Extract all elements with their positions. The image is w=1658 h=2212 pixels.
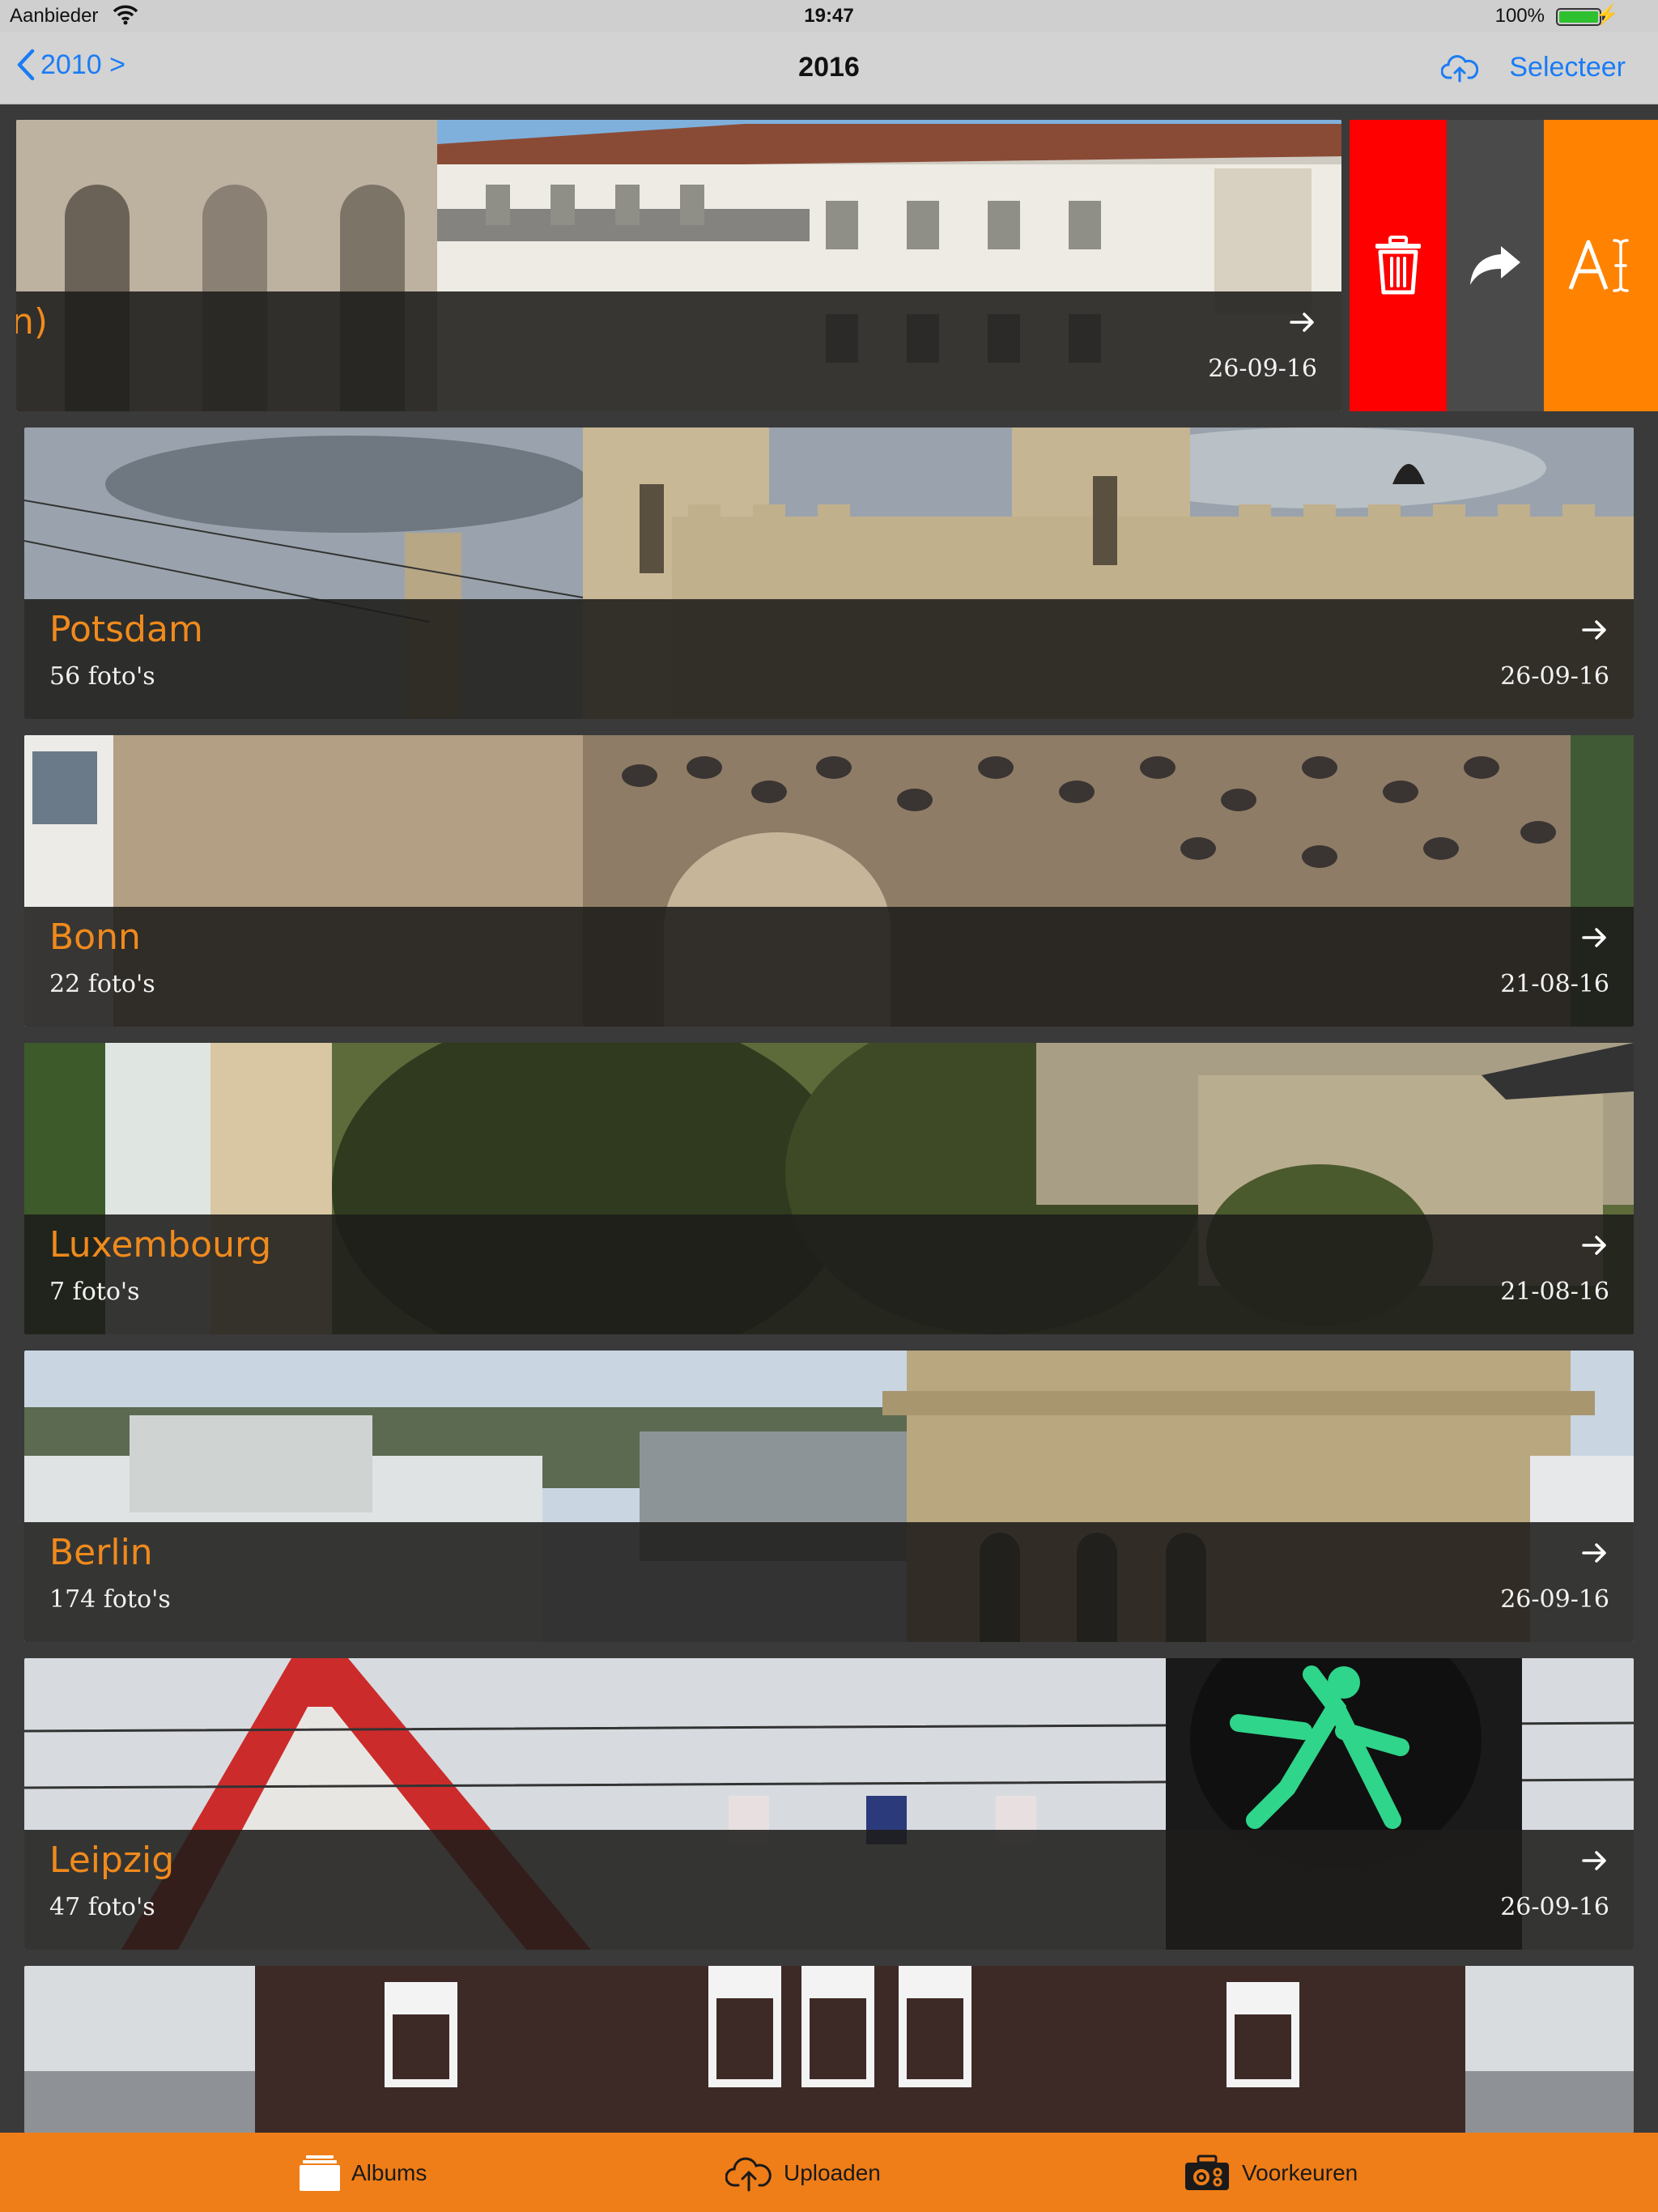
tab-preferences[interactable]: Voorkeuren — [1184, 2149, 1358, 2197]
navigation-bar: 2010 > 2016 Selecteer — [0, 32, 1658, 104]
album-title: Berlin — [49, 1532, 153, 1573]
album-photo-count: 56 foto's — [49, 662, 155, 691]
status-time: 19:47 — [804, 5, 854, 27]
album-row[interactable]: Leipzig 47 foto's 26-09-16 — [24, 1658, 1634, 1950]
select-button[interactable]: Selecteer — [1509, 52, 1626, 83]
album-date: 21-08-16 — [1500, 1278, 1609, 1306]
album-title: Luxembourg — [49, 1224, 272, 1266]
album-title: n) — [16, 301, 49, 342]
album-title: Potsdam — [49, 609, 203, 650]
album-date: 26-09-16 — [1500, 1585, 1609, 1614]
album-row[interactable]: Luxembourg 7 foto's 21-08-16 — [24, 1043, 1634, 1334]
cloud-upload-icon — [1440, 55, 1479, 83]
back-button-label: 2010 > — [40, 49, 125, 80]
delete-button[interactable] — [1350, 120, 1447, 411]
album-row[interactable] — [24, 1966, 1634, 2133]
settings-case-icon — [1185, 2155, 1229, 2190]
trash-icon — [1375, 236, 1421, 295]
album-photo-count: 7 foto's — [49, 1278, 140, 1306]
arrow-right-icon — [1290, 313, 1314, 332]
album-info-bar: Berlin 174 foto's 26-09-16 — [24, 1522, 1634, 1642]
album-title: Leipzig — [49, 1840, 175, 1881]
album-photo-count: 47 foto's — [49, 1893, 155, 1921]
tab-albums-label: Albums — [351, 2160, 427, 2185]
battery-percentage: 100% — [1494, 5, 1545, 27]
page-title: 2016 — [798, 52, 860, 83]
album-date: 26-09-16 — [1500, 662, 1609, 691]
tab-bar: Albums Uploaden Voorkeuren — [0, 2133, 1658, 2212]
album-cover-photo — [24, 1966, 1634, 2133]
share-arrow-icon — [1470, 246, 1520, 285]
album-info-bar: n) 26-09-16 — [16, 291, 1341, 411]
share-button[interactable] — [1447, 120, 1544, 411]
album-title: Bonn — [49, 917, 141, 958]
back-button[interactable]: 2010 > — [16, 49, 125, 81]
album-info-bar: Potsdam 56 foto's 26-09-16 — [24, 599, 1634, 719]
charging-icon: ⚡ — [1595, 4, 1619, 26]
album-date: 26-09-16 — [1208, 355, 1317, 383]
arrow-right-icon — [1582, 1236, 1606, 1255]
tab-upload-label: Uploaden — [784, 2160, 881, 2185]
tab-albums[interactable]: Albums — [300, 2149, 427, 2197]
album-photo-count: 22 foto's — [49, 970, 155, 998]
album-date: 21-08-16 — [1500, 970, 1609, 998]
album-row[interactable]: Potsdam 56 foto's 26-09-16 — [24, 428, 1634, 719]
status-bar: Aanbieder 19:47 100% ⚡ — [0, 0, 1658, 32]
album-row[interactable]: Berlin 174 foto's 26-09-16 — [24, 1351, 1634, 1642]
cloud-upload-button[interactable] — [1440, 52, 1479, 88]
arrow-right-icon — [1582, 1851, 1606, 1870]
album-photo-count: 174 foto's — [49, 1585, 171, 1614]
album-info-bar: Leipzig 47 foto's 26-09-16 — [24, 1830, 1634, 1950]
album-info-bar: Luxembourg 7 foto's 21-08-16 — [24, 1214, 1634, 1334]
cloud-upload-icon — [725, 2157, 772, 2192]
album-row[interactable]: Bonn 22 foto's 21-08-16 — [24, 735, 1634, 1027]
arrow-right-icon — [1582, 1543, 1606, 1563]
arrow-right-icon — [1582, 620, 1606, 640]
rename-text-icon — [1568, 239, 1629, 292]
tab-upload[interactable]: Uploaden — [725, 2149, 881, 2197]
album-row[interactable]: n) 26-09-16 — [16, 120, 1341, 411]
album-date: 26-09-16 — [1500, 1893, 1609, 1921]
rename-button[interactable] — [1544, 120, 1658, 411]
album-info-bar: Bonn 22 foto's 21-08-16 — [24, 907, 1634, 1027]
chevron-left-icon — [17, 49, 35, 81]
albums-icon — [300, 2155, 340, 2191]
tab-preferences-label: Voorkeuren — [1242, 2160, 1358, 2185]
arrow-right-icon — [1582, 928, 1606, 947]
